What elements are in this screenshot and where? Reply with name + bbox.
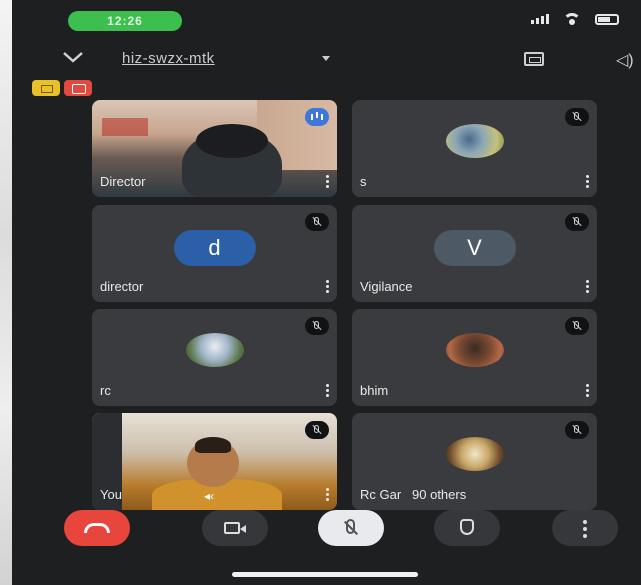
more-vert-icon	[583, 520, 587, 538]
avatar	[445, 332, 504, 367]
mic-off-icon	[305, 421, 329, 439]
switch-camera-icon[interactable]: ◂‹	[204, 489, 214, 503]
status-time: 12:26	[68, 11, 182, 31]
participant-tile-bhim[interactable]: bhim	[352, 309, 597, 406]
participant-name: bhim	[360, 383, 389, 398]
more-vert-icon[interactable]	[326, 175, 329, 188]
more-options-button[interactable]	[552, 510, 618, 546]
recording-badge	[32, 80, 60, 96]
participant-name: Director	[100, 174, 146, 189]
mic-off-icon	[565, 317, 589, 335]
others-count: 90 others	[412, 487, 467, 502]
mic-off-icon	[565, 213, 589, 231]
more-vert-icon[interactable]	[326, 488, 329, 501]
signal-icon	[531, 14, 549, 24]
participant-name-text: Rc Gar	[360, 487, 402, 502]
call-controls	[12, 510, 641, 550]
cast-icon[interactable]	[524, 52, 544, 66]
participant-tile-director-2[interactable]: d director	[92, 205, 337, 302]
camera-icon	[224, 522, 246, 534]
avatar: d	[173, 229, 256, 266]
avatar	[185, 332, 244, 367]
participant-tile-others[interactable]: Rc Gar 90 others	[352, 413, 597, 510]
wifi-icon	[563, 13, 581, 25]
avatar	[445, 123, 504, 158]
raise-hand-button[interactable]	[434, 510, 500, 546]
participant-tile-director[interactable]: Director	[92, 100, 337, 197]
battery-icon	[595, 13, 619, 25]
participant-video	[182, 124, 282, 197]
background-strip	[0, 0, 12, 585]
camera-badge	[64, 80, 92, 96]
caret-down-icon[interactable]	[322, 56, 330, 61]
mic-off-icon	[565, 108, 589, 126]
avatar: V	[433, 229, 516, 266]
participant-name: rc	[100, 383, 111, 398]
phone-hangup-icon	[84, 523, 110, 533]
chevron-down-icon[interactable]	[62, 50, 84, 64]
mic-off-icon	[305, 213, 329, 231]
participant-tile-you[interactable]: You ◂‹	[92, 413, 337, 510]
status-icons	[531, 13, 619, 25]
mic-off-icon	[305, 317, 329, 335]
camera-button[interactable]	[202, 510, 268, 546]
end-call-button[interactable]	[64, 510, 130, 546]
more-vert-icon[interactable]	[586, 384, 589, 397]
more-vert-icon[interactable]	[326, 384, 329, 397]
participant-tile-vigilance[interactable]: V Vigilance	[352, 205, 597, 302]
participant-tile-rc[interactable]: rc	[92, 309, 337, 406]
speaker-icon[interactable]: ◁)	[616, 50, 634, 70]
more-vert-icon[interactable]	[326, 280, 329, 293]
mic-off-icon	[565, 421, 589, 439]
participant-name: director	[100, 279, 144, 294]
mic-off-icon	[346, 519, 355, 534]
hand-icon	[460, 519, 474, 535]
avatar	[445, 436, 504, 471]
participant-video	[187, 437, 239, 487]
participant-tile-s[interactable]: s	[352, 100, 597, 197]
more-vert-icon[interactable]	[586, 280, 589, 293]
participant-name: Rc Gar 90 others	[360, 487, 466, 502]
meeting-code[interactable]: hiz-swzx-mtk	[122, 50, 215, 67]
more-vert-icon[interactable]	[586, 175, 589, 188]
home-indicator[interactable]	[232, 572, 418, 577]
mic-button[interactable]	[318, 510, 384, 546]
participant-name: Vigilance	[360, 279, 413, 294]
participant-name: You	[100, 487, 122, 502]
mic-active-icon	[305, 108, 329, 126]
participant-name: s	[360, 174, 367, 189]
meet-app-screen: 12:26 hiz-swzx-mtk ◁) Director s d direc…	[12, 0, 641, 585]
